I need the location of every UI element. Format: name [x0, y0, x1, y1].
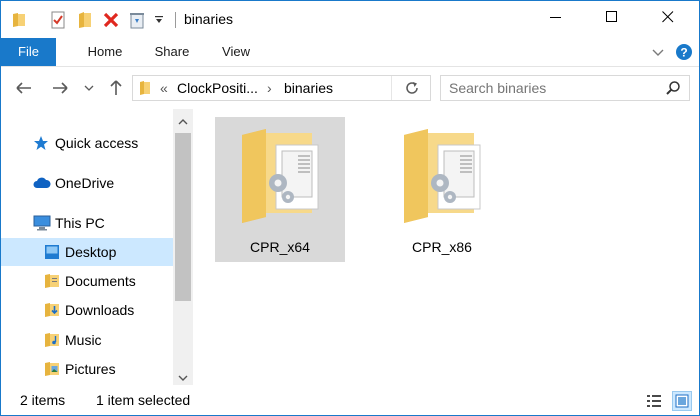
star-icon	[33, 135, 49, 154]
scroll-down-icon[interactable]	[178, 371, 188, 385]
forward-arrow-icon	[53, 82, 68, 94]
nav-item-desktop[interactable]: Desktop	[1, 238, 173, 266]
ribbon-tabs: File Home Share View ?	[1, 38, 699, 67]
folder-icon	[240, 125, 320, 228]
documents-folder-icon	[44, 273, 60, 292]
svg-text:?: ?	[680, 46, 687, 60]
recent-locations-button[interactable]	[81, 75, 97, 101]
selection-count: 1 item selected	[96, 392, 191, 408]
tab-view[interactable]: View	[213, 38, 259, 66]
chevron-down-icon	[84, 85, 94, 91]
delete-icon[interactable]	[101, 1, 121, 38]
breadcrumb-item[interactable]: ClockPositi...	[177, 76, 258, 100]
nav-item-label: Music	[65, 332, 102, 348]
minimize-icon	[550, 17, 561, 18]
tab-home[interactable]: Home	[78, 38, 132, 66]
close-button[interactable]	[645, 1, 691, 33]
folder-tile[interactable]: CPR_x86	[377, 117, 507, 262]
nav-item-quick-access[interactable]: Quick access	[1, 129, 173, 157]
folder-icon	[9, 1, 29, 38]
cloud-icon	[33, 176, 51, 193]
nav-item-pictures[interactable]: Pictures	[1, 355, 173, 383]
minimize-button[interactable]	[533, 1, 579, 33]
tab-share[interactable]: Share	[147, 38, 197, 66]
up-arrow-icon	[110, 80, 122, 95]
explorer-window: binaries File Home Share View ? « ClockP…	[0, 0, 700, 416]
file-list: CPR_x64 CPR_x86	[193, 109, 699, 385]
breadcrumb-overflow[interactable]: «	[160, 76, 168, 100]
nav-item-this-pc[interactable]: This PC	[1, 209, 173, 237]
tab-file[interactable]: File	[1, 38, 56, 66]
nav-item-label: Desktop	[65, 244, 117, 260]
back-button[interactable]	[13, 75, 35, 101]
maximize-icon	[606, 11, 617, 22]
nav-item-label: This PC	[55, 215, 105, 231]
folder-name: CPR_x64	[250, 239, 310, 255]
breadcrumb-item[interactable]: binaries	[284, 76, 333, 100]
nav-item-label: OneDrive	[55, 175, 115, 191]
help-icon[interactable]: ?	[675, 43, 693, 64]
nav-item-label: Pictures	[65, 361, 116, 377]
nav-item-music[interactable]: Music	[1, 326, 173, 354]
back-arrow-icon	[16, 82, 31, 94]
nav-item-documents[interactable]: Documents	[1, 267, 173, 295]
item-count: 2 items	[20, 392, 66, 408]
navigation-scrollbar[interactable]	[173, 109, 193, 385]
downloads-folder-icon	[44, 302, 60, 321]
folder-name: CPR_x86	[412, 239, 472, 255]
nav-item-downloads[interactable]: Downloads	[1, 296, 173, 324]
window-title: binaries	[184, 11, 234, 27]
expand-ribbon-icon[interactable]	[651, 45, 665, 62]
desktop-folder-icon	[44, 244, 60, 263]
address-row: « ClockPositi... › binaries	[1, 67, 699, 109]
folder-icon	[402, 125, 482, 228]
music-folder-icon	[44, 332, 60, 351]
nav-item-label: Quick access	[55, 135, 139, 151]
details-view-button[interactable]	[644, 391, 664, 411]
pictures-folder-icon	[44, 361, 60, 380]
close-icon	[662, 11, 674, 23]
recycle-icon[interactable]	[127, 1, 147, 38]
nav-item-label: Documents	[65, 273, 136, 289]
customize-dropdown-icon[interactable]	[151, 1, 167, 38]
forward-button[interactable]	[49, 75, 71, 101]
folder-icon	[139, 80, 151, 99]
nav-item-label: Downloads	[65, 302, 135, 318]
details-view-icon	[647, 395, 661, 407]
address-bar[interactable]: « ClockPositi... › binaries	[132, 75, 431, 101]
breadcrumb-separator[interactable]: ›	[267, 76, 272, 100]
search-box[interactable]	[440, 75, 690, 101]
large-icons-view-button[interactable]	[672, 391, 692, 411]
large-icons-view-icon	[675, 394, 689, 408]
status-bar: 2 items 1 item selected	[1, 385, 699, 415]
properties-icon[interactable]	[47, 1, 69, 38]
title-bar: binaries	[1, 1, 699, 38]
up-button[interactable]	[105, 75, 127, 101]
maximize-button[interactable]	[589, 1, 635, 33]
nav-item-onedrive[interactable]: OneDrive	[1, 169, 173, 197]
refresh-icon[interactable]	[404, 80, 420, 99]
address-divider	[391, 76, 392, 100]
navigation-pane: Quick access OneDrive This PC Desktop Do…	[1, 109, 173, 385]
computer-icon	[33, 215, 51, 234]
scroll-up-icon[interactable]	[178, 115, 188, 129]
folder-tile[interactable]: CPR_x64	[215, 117, 345, 262]
title-separator	[175, 12, 176, 28]
new-folder-icon[interactable]	[75, 1, 95, 38]
search-input[interactable]	[449, 79, 649, 97]
scrollbar-thumb[interactable]	[175, 133, 191, 301]
search-icon[interactable]	[665, 80, 681, 99]
